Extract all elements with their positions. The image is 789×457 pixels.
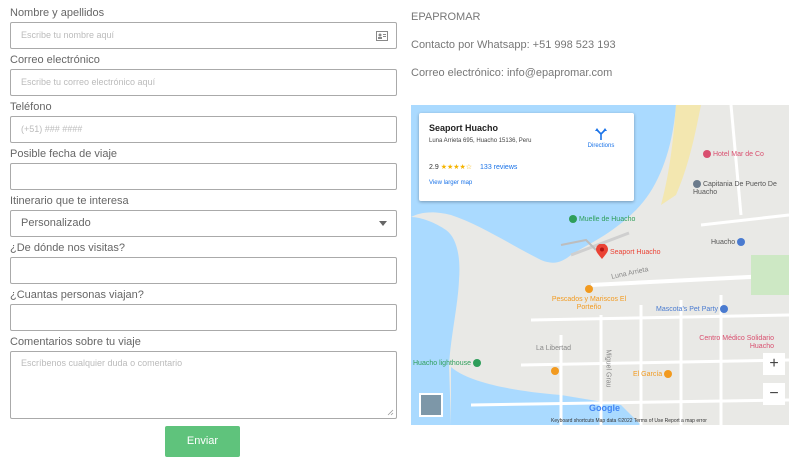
- itinerary-label: Itinerario que te interesa: [10, 195, 129, 207]
- name-group: Nombre y apellidos Escribe tu nombre aqu…: [10, 6, 397, 49]
- people-group: ¿Cuantas personas viajan?: [10, 288, 397, 331]
- company-name: EPAPROMAR: [411, 11, 481, 23]
- itinerary-value: Personalizado: [21, 217, 91, 229]
- poi-mascotas-label: Mascota's Pet Party: [656, 305, 719, 313]
- email-contact: Correo electrónico: info@epapromar.com: [411, 67, 613, 79]
- name-label: Nombre y apellidos: [10, 7, 105, 19]
- embedded-map[interactable]: Seaport Huacho Luna Arrieta 695, Huacho …: [411, 105, 789, 425]
- poi-lighthouse-label: Huacho lighthouse: [413, 359, 471, 367]
- poi-mascotas[interactable]: Mascota's Pet Party: [656, 305, 728, 313]
- date-input[interactable]: [10, 163, 397, 190]
- itinerary-select[interactable]: Personalizado: [10, 210, 397, 237]
- poi-centro[interactable]: Centro Médico Solidario Huacho: [689, 335, 774, 351]
- poi-garcia[interactable]: El García: [633, 370, 673, 378]
- map-pin-icon: [719, 305, 728, 313]
- map-attribution: Keyboard shortcuts Map data ©2022 Terms …: [551, 418, 707, 424]
- comments-placeholder: Escríbenos cualquier duda o comentario: [21, 358, 183, 368]
- zoom-out-button[interactable]: −: [763, 383, 785, 405]
- zoom-in-button[interactable]: +: [763, 353, 785, 375]
- phone-label: Teléfono: [10, 101, 52, 113]
- map-pin-icon: [703, 150, 711, 158]
- poi-pescados[interactable]: Pescados y Mariscos El Porteño: [549, 285, 629, 312]
- people-input[interactable]: [10, 304, 397, 331]
- poi-garcia-label: El García: [633, 370, 663, 378]
- rating-value: 2.9: [429, 164, 439, 171]
- phone-group: Teléfono (+51) ### ####: [10, 100, 397, 143]
- poi-orange-marker[interactable]: [551, 367, 559, 377]
- contact-card-icon: [376, 31, 388, 41]
- people-label: ¿Cuantas personas viajan?: [10, 289, 144, 301]
- map-pin-icon: [585, 285, 593, 293]
- poi-seaport-label: Seaport Huacho: [609, 248, 661, 256]
- poi-huacho[interactable]: Huacho: [711, 238, 746, 246]
- view-larger-map-link[interactable]: View larger map: [429, 180, 472, 186]
- submit-button[interactable]: Enviar: [165, 426, 240, 457]
- poi-centro-label: Centro Médico Solidario Huacho: [699, 335, 774, 350]
- poi-seaport[interactable]: Seaport Huacho: [596, 243, 661, 260]
- resize-handle-icon[interactable]: [387, 409, 394, 416]
- origin-group: ¿De dónde nos visitas?: [10, 241, 397, 284]
- map-pin-icon: [664, 370, 673, 378]
- comments-label: Comentarios sobre tu viaje: [10, 336, 141, 348]
- whatsapp-contact: Contacto por Whatsapp: +51 998 523 193: [411, 39, 616, 51]
- comments-group: Comentarios sobre tu viaje Escríbenos cu…: [10, 335, 397, 419]
- directions-label: Directions: [587, 143, 615, 149]
- rating-stars: ★★★★☆: [440, 164, 473, 171]
- map-pin-icon: [569, 215, 577, 223]
- place-name: Seaport Huacho: [429, 123, 499, 133]
- itinerary-group: Itinerario que te interesa Personalizado: [10, 194, 397, 237]
- poi-muelle-label: Muelle de Huacho: [578, 215, 636, 223]
- chevron-down-icon: [379, 221, 387, 226]
- map-pin-icon: [693, 180, 701, 188]
- email-group: Correo electrónico Escribe tu correo ele…: [10, 53, 397, 96]
- poi-pescados-label: Pescados y Mariscos El Porteño: [551, 296, 627, 311]
- date-group: Posible fecha de viaje: [10, 147, 397, 190]
- street-label-grau: Miguel Grau: [604, 349, 612, 388]
- origin-label: ¿De dónde nos visitas?: [10, 242, 125, 254]
- poi-lighthouse[interactable]: Huacho lighthouse: [413, 359, 481, 367]
- map-pin-icon: [472, 359, 481, 367]
- directions-button[interactable]: Directions: [581, 127, 621, 149]
- reviews-link[interactable]: 133 reviews: [480, 164, 517, 171]
- comments-textarea[interactable]: Escríbenos cualquier duda o comentario: [10, 351, 397, 419]
- name-placeholder: Escribe tu nombre aquí: [21, 30, 115, 40]
- google-logo: Google: [589, 403, 620, 413]
- street-view-thumbnail[interactable]: [419, 393, 443, 417]
- poi-hotel[interactable]: Hotel Mar de Co: [703, 150, 764, 158]
- poi-hotel-label: Hotel Mar de Co: [712, 150, 764, 158]
- phone-input[interactable]: (+51) ### ####: [10, 116, 397, 143]
- place-rating: 2.9 ★★★★☆ 133 reviews: [429, 163, 517, 171]
- email-label: Correo electrónico: [10, 54, 100, 66]
- map-pin-icon: [596, 243, 608, 259]
- name-input[interactable]: Escribe tu nombre aquí: [10, 22, 397, 49]
- map-pin-icon: [551, 367, 559, 375]
- origin-input[interactable]: [10, 257, 397, 284]
- email-placeholder: Escribe tu correo electrónico aquí: [21, 77, 156, 87]
- poi-muelle[interactable]: Muelle de Huacho: [569, 215, 635, 223]
- poi-huacho-label: Huacho: [711, 238, 736, 246]
- street-label-libertad: La Libertad: [536, 345, 572, 352]
- date-label: Posible fecha de viaje: [10, 148, 118, 160]
- email-input[interactable]: Escribe tu correo electrónico aquí: [10, 69, 397, 96]
- map-pin-icon: [737, 238, 746, 246]
- place-address: Luna Arrieta 695, Huacho 15136, Peru: [429, 138, 532, 144]
- poi-capitania[interactable]: Capitania De Puerto De Huacho: [693, 180, 783, 197]
- place-card: Seaport Huacho Luna Arrieta 695, Huacho …: [419, 113, 634, 201]
- poi-capitania-label: Capitania De Puerto De Huacho: [693, 180, 777, 196]
- phone-placeholder: (+51) ### ####: [21, 124, 83, 134]
- directions-icon: [595, 128, 607, 140]
